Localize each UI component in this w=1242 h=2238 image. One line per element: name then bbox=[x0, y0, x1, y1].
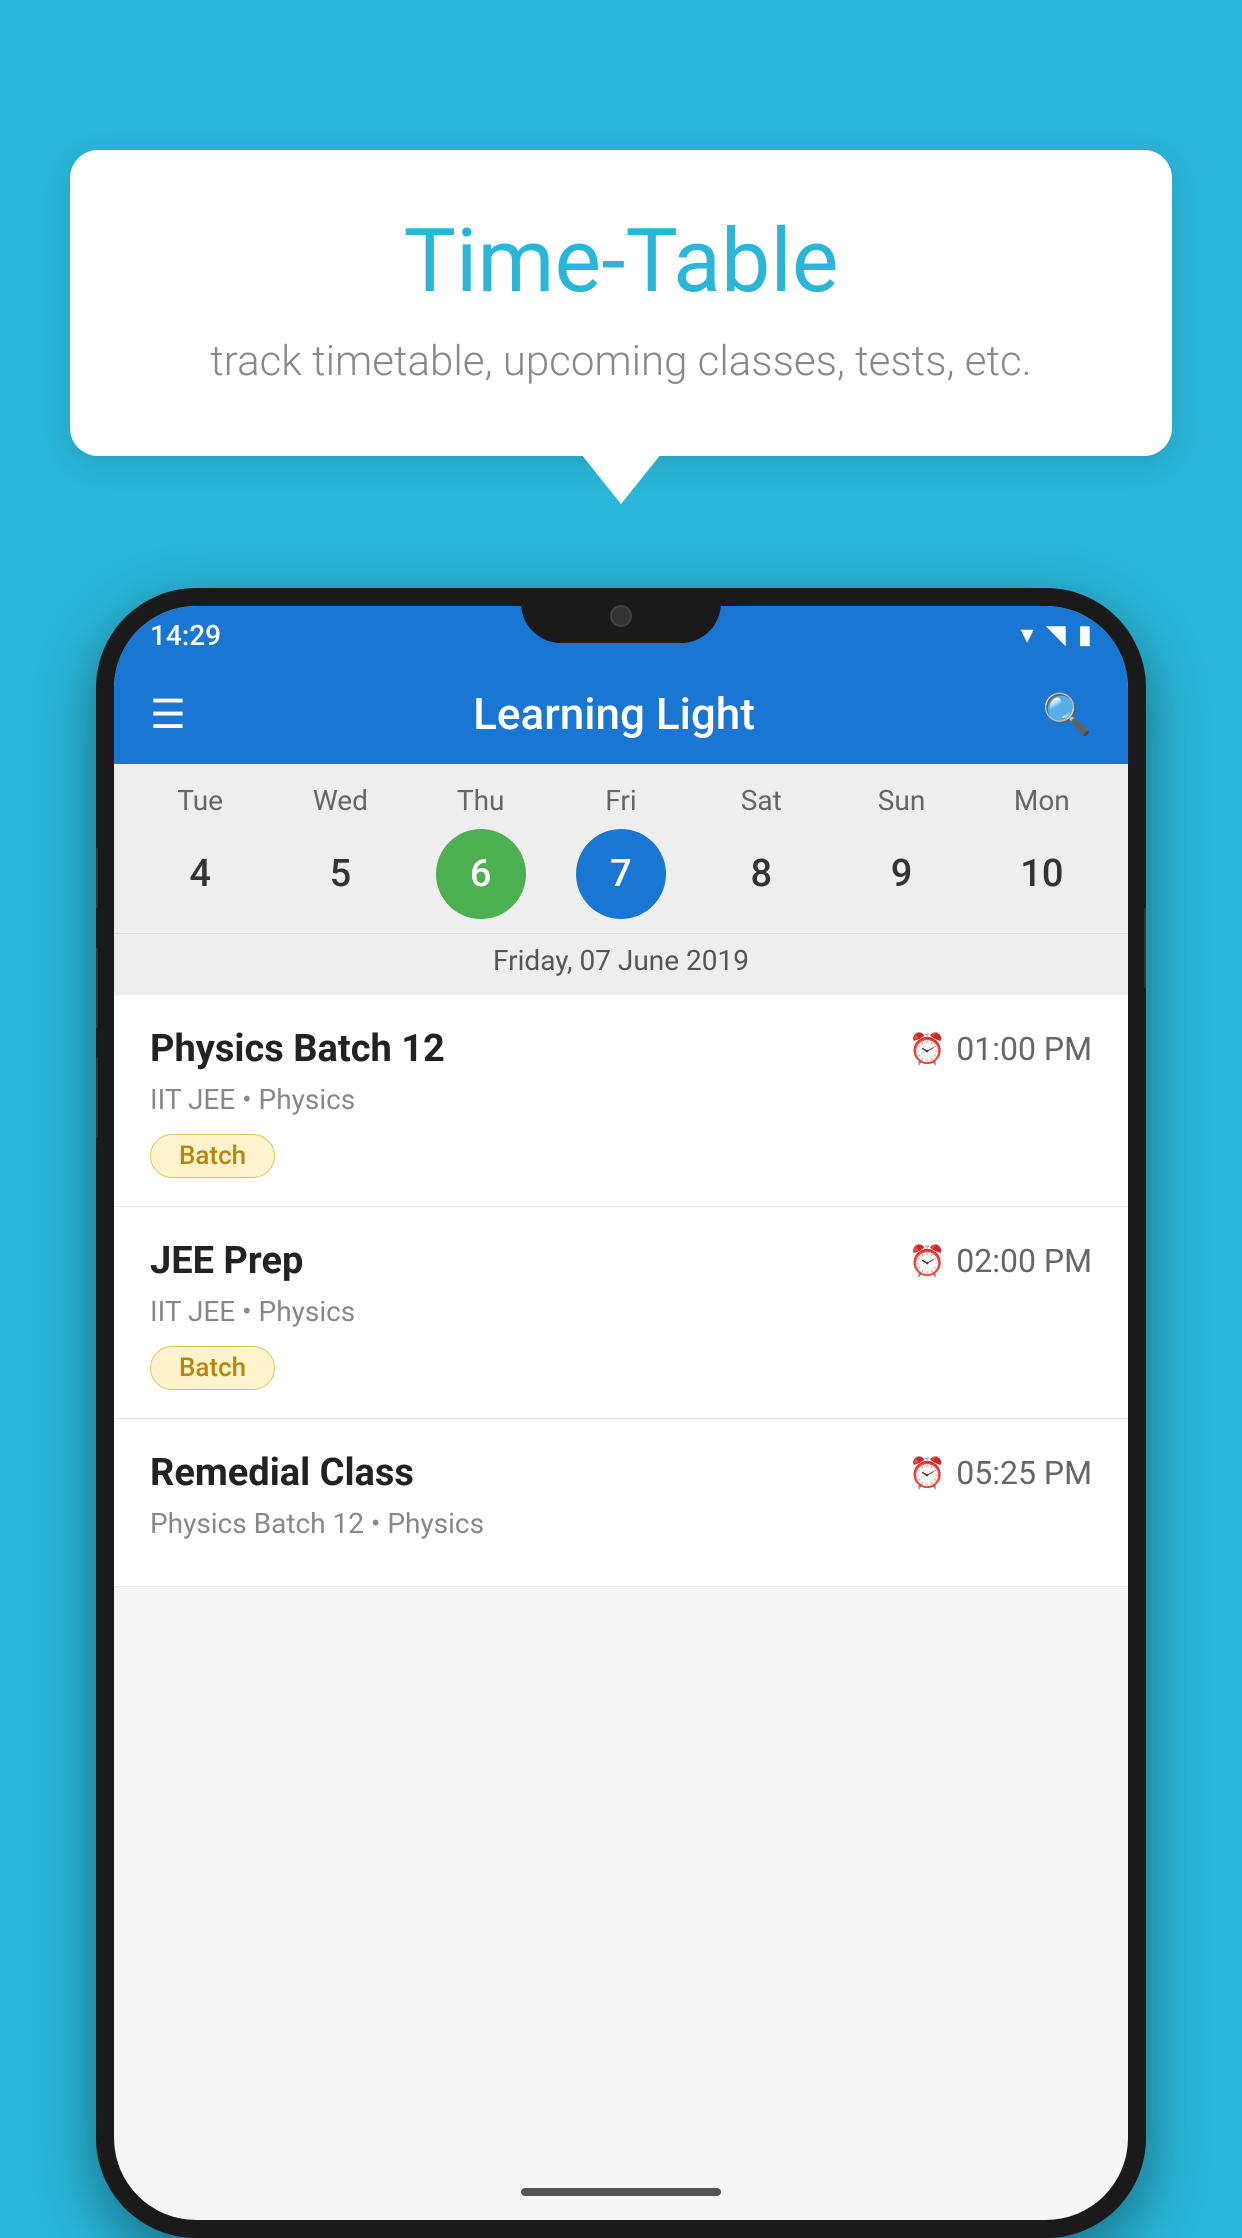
phone-outer: 14:29 ▾ ◥ ▮ ☰ Learning Light 🔍 Tue Wed Thu… bbox=[96, 588, 1146, 2238]
day-headers: Tue Wed Thu Fri Sat Sun Mon bbox=[114, 784, 1128, 817]
signal-icon: ◥ bbox=[1046, 620, 1066, 650]
search-icon[interactable]: 🔍 bbox=[1042, 691, 1092, 738]
day-header: Fri bbox=[576, 784, 666, 817]
schedule-list: Physics Batch 12 ⏰ 01:00 PM IIT JEE • Ph… bbox=[114, 995, 1128, 1587]
schedule-item-time: ⏰ 02:00 PM bbox=[909, 1242, 1092, 1280]
clock-icon: ⏰ bbox=[909, 1244, 946, 1279]
home-indicator bbox=[521, 2188, 721, 2196]
wifi-icon: ▾ bbox=[1021, 620, 1034, 650]
power-button bbox=[1144, 908, 1146, 988]
schedule-item-header: Physics Batch 12 ⏰ 01:00 PM bbox=[150, 1027, 1092, 1071]
schedule-item-title: Remedial Class bbox=[150, 1451, 414, 1495]
schedule-item-title: JEE Prep bbox=[150, 1239, 303, 1283]
card-title: Time-Table bbox=[140, 210, 1102, 313]
day-number[interactable]: 5 bbox=[295, 829, 385, 919]
app-toolbar: ☰ Learning Light 🔍 bbox=[114, 664, 1128, 764]
schedule-item-time: ⏰ 01:00 PM bbox=[909, 1030, 1092, 1068]
schedule-item-time: ⏰ 05:25 PM bbox=[909, 1454, 1092, 1492]
day-header: Sat bbox=[716, 784, 806, 817]
day-numbers: 456789 10 bbox=[114, 829, 1128, 919]
schedule-item-subtitle: IIT JEE • Physics bbox=[150, 1295, 1092, 1328]
phone-mockup: 14:29 ▾ ◥ ▮ ☰ Learning Light 🔍 Tue Wed Thu… bbox=[96, 588, 1146, 2238]
day-number[interactable]: 9 bbox=[857, 829, 947, 919]
volume-down-button bbox=[96, 948, 98, 1028]
card-subtitle: track timetable, upcoming classes, tests… bbox=[140, 337, 1102, 386]
day-header: Tue bbox=[155, 784, 245, 817]
front-camera bbox=[610, 605, 632, 627]
schedule-item-subtitle: Physics Batch 12 • Physics bbox=[150, 1507, 1092, 1540]
app-title: Learning Light bbox=[473, 688, 755, 740]
status-icons: ▾ ◥ ▮ bbox=[1021, 620, 1092, 650]
status-time: 14:29 bbox=[150, 619, 221, 652]
silent-button bbox=[96, 1058, 98, 1138]
batch-badge: Batch bbox=[150, 1134, 275, 1178]
schedule-item-header: JEE Prep ⏰ 02:00 PM bbox=[150, 1239, 1092, 1283]
day-header: Thu bbox=[436, 784, 526, 817]
day-number[interactable]: 8 bbox=[716, 829, 806, 919]
schedule-item-title: Physics Batch 12 bbox=[150, 1027, 445, 1071]
day-header: Mon bbox=[997, 784, 1087, 817]
battery-icon: ▮ bbox=[1078, 620, 1092, 650]
day-number[interactable]: 7 bbox=[576, 829, 666, 919]
day-header: Sun bbox=[857, 784, 947, 817]
clock-icon: ⏰ bbox=[909, 1032, 946, 1067]
tooltip-card: Time-Table track timetable, upcoming cla… bbox=[70, 150, 1172, 456]
schedule-item[interactable]: Remedial Class ⏰ 05:25 PM Physics Batch … bbox=[114, 1419, 1128, 1587]
schedule-item-subtitle: IIT JEE • Physics bbox=[150, 1083, 1092, 1116]
schedule-item[interactable]: JEE Prep ⏰ 02:00 PM IIT JEE • Physics Ba… bbox=[114, 1207, 1128, 1419]
schedule-item[interactable]: Physics Batch 12 ⏰ 01:00 PM IIT JEE • Ph… bbox=[114, 995, 1128, 1207]
day-number[interactable]: 4 bbox=[155, 829, 245, 919]
day-number[interactable]: 10 bbox=[997, 829, 1087, 919]
calendar-strip: Tue Wed Thu Fri Sat Sun Mon 456789 10 Friday, 0… bbox=[114, 764, 1128, 995]
phone-notch bbox=[521, 588, 721, 643]
day-header: Wed bbox=[295, 784, 385, 817]
day-number[interactable]: 6 bbox=[436, 829, 526, 919]
volume-up-button bbox=[96, 848, 98, 908]
clock-icon: ⏰ bbox=[909, 1456, 946, 1491]
phone-screen: 14:29 ▾ ◥ ▮ ☰ Learning Light 🔍 Tue Wed Thu… bbox=[114, 606, 1128, 2220]
calendar-date-label: Friday, 07 June 2019 bbox=[114, 933, 1128, 995]
menu-icon[interactable]: ☰ bbox=[150, 691, 186, 738]
batch-badge: Batch bbox=[150, 1346, 275, 1390]
schedule-item-header: Remedial Class ⏰ 05:25 PM bbox=[150, 1451, 1092, 1495]
